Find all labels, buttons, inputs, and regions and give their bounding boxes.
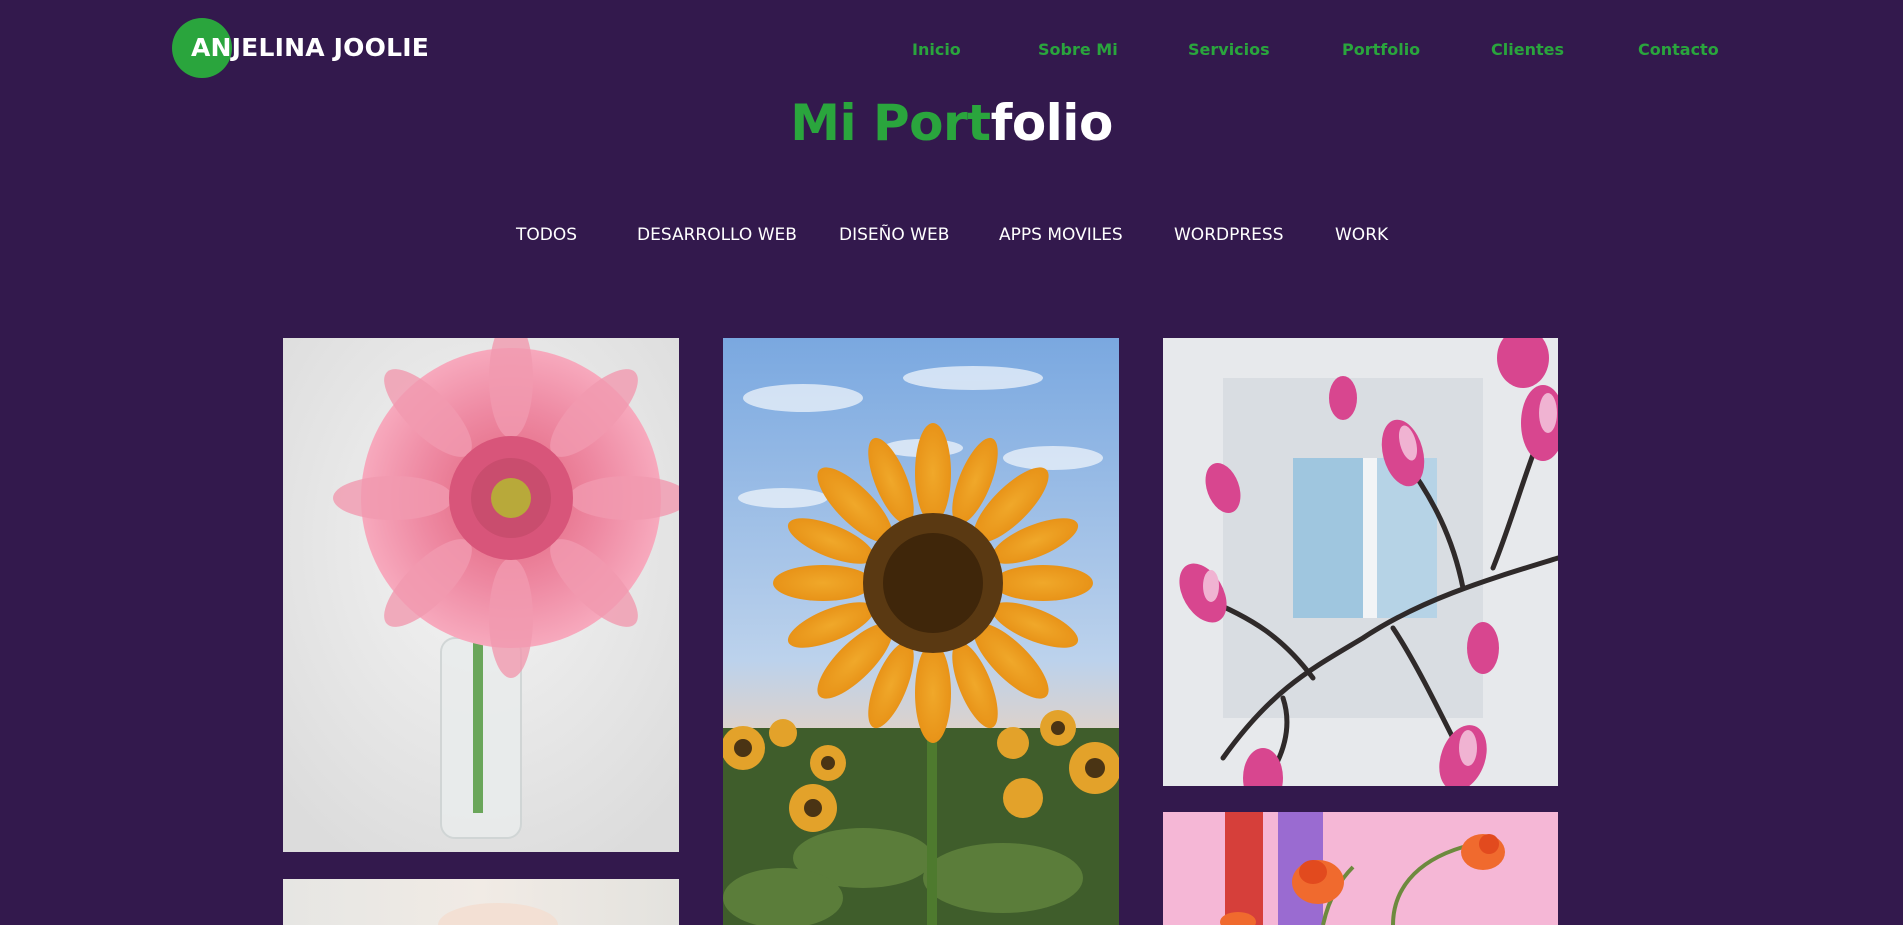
nav-sobre-mi[interactable]: Sobre Mi [1038,40,1118,59]
filter-wordpress[interactable]: WORDPRESS [1174,225,1283,245]
filter-work[interactable]: WORK [1335,225,1388,245]
portfolio-filters: TODOS DESARROLLO WEB DISEÑO WEB APPS MOV… [0,225,1903,247]
filter-desarrollo-web[interactable]: DESARROLLO WEB [637,225,797,245]
filter-todos[interactable]: TODOS [516,225,577,245]
orange-poppies-photo[interactable] [1163,812,1558,925]
nav-inicio[interactable]: Inicio [912,40,961,59]
light-flower-image [283,879,679,925]
pink-gerbera-photo[interactable] [283,338,679,852]
filter-diseno-web[interactable]: DISEÑO WEB [839,225,949,245]
nav-contacto[interactable]: Contacto [1638,40,1719,59]
filter-apps-moviles[interactable]: APPS MOVILES [999,225,1123,245]
orange-poppies-image [1163,812,1558,925]
sunflower-image [723,338,1119,925]
nav-servicios[interactable]: Servicios [1188,40,1270,59]
nav-portfolio[interactable]: Portfolio [1342,40,1420,59]
nav-clientes[interactable]: Clientes [1491,40,1564,59]
magnolia-branch-photo[interactable] [1163,338,1558,786]
page-title-green: Mi Port [790,94,991,152]
pink-gerbera-image [283,338,679,852]
main-nav: Inicio Sobre Mi Servicios Portfolio Clie… [0,40,1903,60]
magnolia-image [1163,338,1558,786]
page-title-white: folio [990,94,1114,152]
sunflower-photo[interactable] [723,338,1119,925]
light-flower-photo[interactable] [283,879,679,925]
page-title: Mi Portfolio [0,94,1903,152]
